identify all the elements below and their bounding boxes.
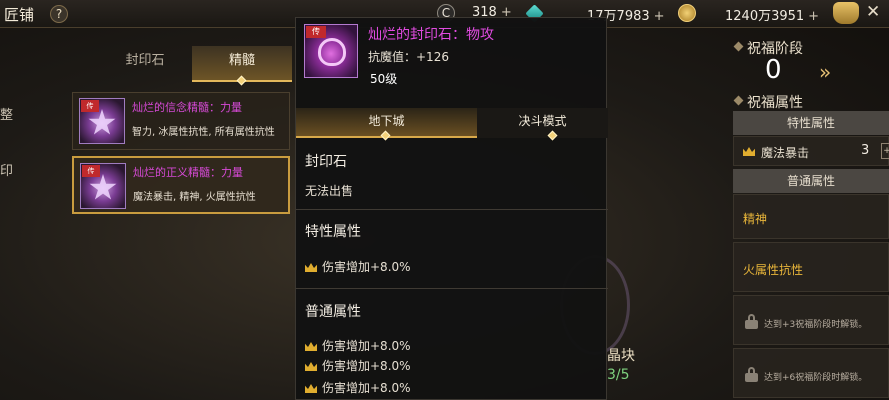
locked-attr-slot-2: 达到+6祝福阶段时解锁。 [733,348,889,398]
item-name: 灿烂的信念精髓：力量 [132,101,242,114]
lock-icon [745,314,758,329]
blessing-attr-heading-text: 祝福属性 [747,95,803,111]
special-attr-value: 3 [861,143,870,158]
side-menu-label-2[interactable]: 印 [0,160,13,179]
blessing-panel: 祝福阶段 0 » 祝福属性 特性属性 魔法暴击 3 + 普通属性 精神 火属性抗… [733,30,889,400]
page-title: 匠铺 [4,6,35,24]
close-icon[interactable]: ✕ [866,2,880,22]
essence-item-justice[interactable]: 传 灿烂的正义精髓：力量 魔法暴击, 精神, 火属性抗性 [72,156,290,214]
special-attr-row[interactable]: 魔法暴击 3 + [733,136,889,166]
essence-star-icon [88,109,116,135]
seal-stone-icon: 传 [304,24,358,78]
bag-icon[interactable] [833,2,859,24]
normal-attr-row: 伤害增加+8.0% [305,337,411,354]
currency-gem-add-button[interactable]: + [654,9,665,24]
tab-marker-icon [547,130,558,141]
tab-active-marker-icon [236,75,247,86]
item-name: 灿烂的正义精髓：力量 [133,166,243,179]
heading-diamond-icon [733,41,744,52]
attr-text: 伤害增加+8.0% [322,359,411,373]
crown-icon [305,362,317,371]
essence-list-panel: 封印石 精髓 整 印 传 灿烂的信念精髓：力量 智力, 冰属性抗性, 所有属性抗… [0,40,292,260]
stage-advance-arrow-icon[interactable]: » [819,62,849,84]
lock-icon [745,367,758,382]
attr-text: 伤害增加+8.0% [322,260,411,274]
currency-gold-value: 1240万3951 [725,9,805,24]
tab-active-marker-icon [380,130,391,141]
locked-attr-slot-1: 达到+3祝福阶段时解锁。 [733,295,889,345]
attr-text: 伤害增加+8.0% [322,339,411,353]
item-level: 50级 [370,72,398,86]
tab-essence[interactable]: 精髓 [192,46,292,86]
tab-seal-stone[interactable]: 封印石 [100,46,190,76]
tab-essence-label: 精髓 [228,53,255,68]
tab-duel-mode[interactable]: 决斗模式 [477,108,608,141]
crown-icon [305,263,317,272]
attr-text: 伤害增加+8.0% [322,381,411,395]
section-special-title: 特性属性 [305,224,361,240]
special-attr-bar: 特性属性 [733,111,889,135]
blessing-attr-heading: 祝福属性 [733,92,803,112]
essence-belief-icon: 传 [79,98,125,144]
normal-attr-slot-2[interactable]: 火属性抗性 [733,242,889,292]
legendary-tag: 传 [81,100,99,112]
special-attr-row: 伤害增加+8.0% [305,258,411,275]
special-attr-label: 魔法暴击 [761,146,810,160]
locked-attr-text: 达到+3祝福阶段时解锁。 [764,320,868,330]
section-seal-title: 封印石 [305,154,347,170]
normal-attr-label: 精神 [743,212,768,226]
normal-attr-label: 火属性抗性 [743,263,804,277]
section-normal-title: 普通属性 [305,304,361,320]
blessing-stage-value: 0 [765,55,782,85]
section-seal-text: 无法出售 [305,184,354,198]
help-icon[interactable]: ? [50,5,68,23]
essence-item-belief[interactable]: 传 灿烂的信念精髓：力量 智力, 冰属性抗性, 所有属性抗性 [72,92,290,150]
tab-dungeon-label: 地下城 [368,114,405,128]
normal-attr-row: 伤害增加+8.0% [305,379,411,396]
divider [296,288,608,289]
item-title: 灿烂的封印石：物攻 [368,27,494,43]
normal-attr-slot-1[interactable]: 精神 [733,194,889,239]
legendary-tag: 传 [306,26,326,38]
side-menu-label-1[interactable]: 整 [0,104,13,123]
normal-attr-bar: 普通属性 [733,169,889,193]
normal-attr-row: 伤害增加+8.0% [305,357,411,374]
item-tooltip: 传 灿烂的封印石：物攻 抗魔值：+126 50级 地下城 决斗模式 封印石 无法… [295,17,608,400]
currency-gold: 1240万3951 + [725,5,819,24]
crown-icon [305,384,317,393]
special-attr-adjust-button[interactable]: + [881,143,889,159]
heading-diamond-icon [733,95,744,106]
crystal-fragment-label: 晶块 [607,348,635,364]
item-stat: 抗魔值：+126 [368,50,449,64]
tab-duel-label: 决斗模式 [518,114,567,128]
item-desc: 魔法暴击, 精神, 火属性抗性 [133,192,256,203]
legendary-tag: 传 [82,165,100,177]
tab-dungeon[interactable]: 地下城 [296,108,477,141]
currency-gold-add-button[interactable]: + [808,9,819,24]
crown-icon [743,147,755,156]
divider [296,209,608,210]
crown-icon [305,342,317,351]
crystal-fragment-count: 3/5 [607,367,630,383]
essence-justice-icon: 传 [80,163,126,209]
item-desc: 智力, 冰属性抗性, 所有属性抗性 [132,127,275,138]
seal-emblem-icon [318,38,346,66]
essence-star-icon [89,174,117,200]
gold-coin-icon [678,4,696,22]
locked-attr-text: 达到+6祝福阶段时解锁。 [764,373,868,383]
